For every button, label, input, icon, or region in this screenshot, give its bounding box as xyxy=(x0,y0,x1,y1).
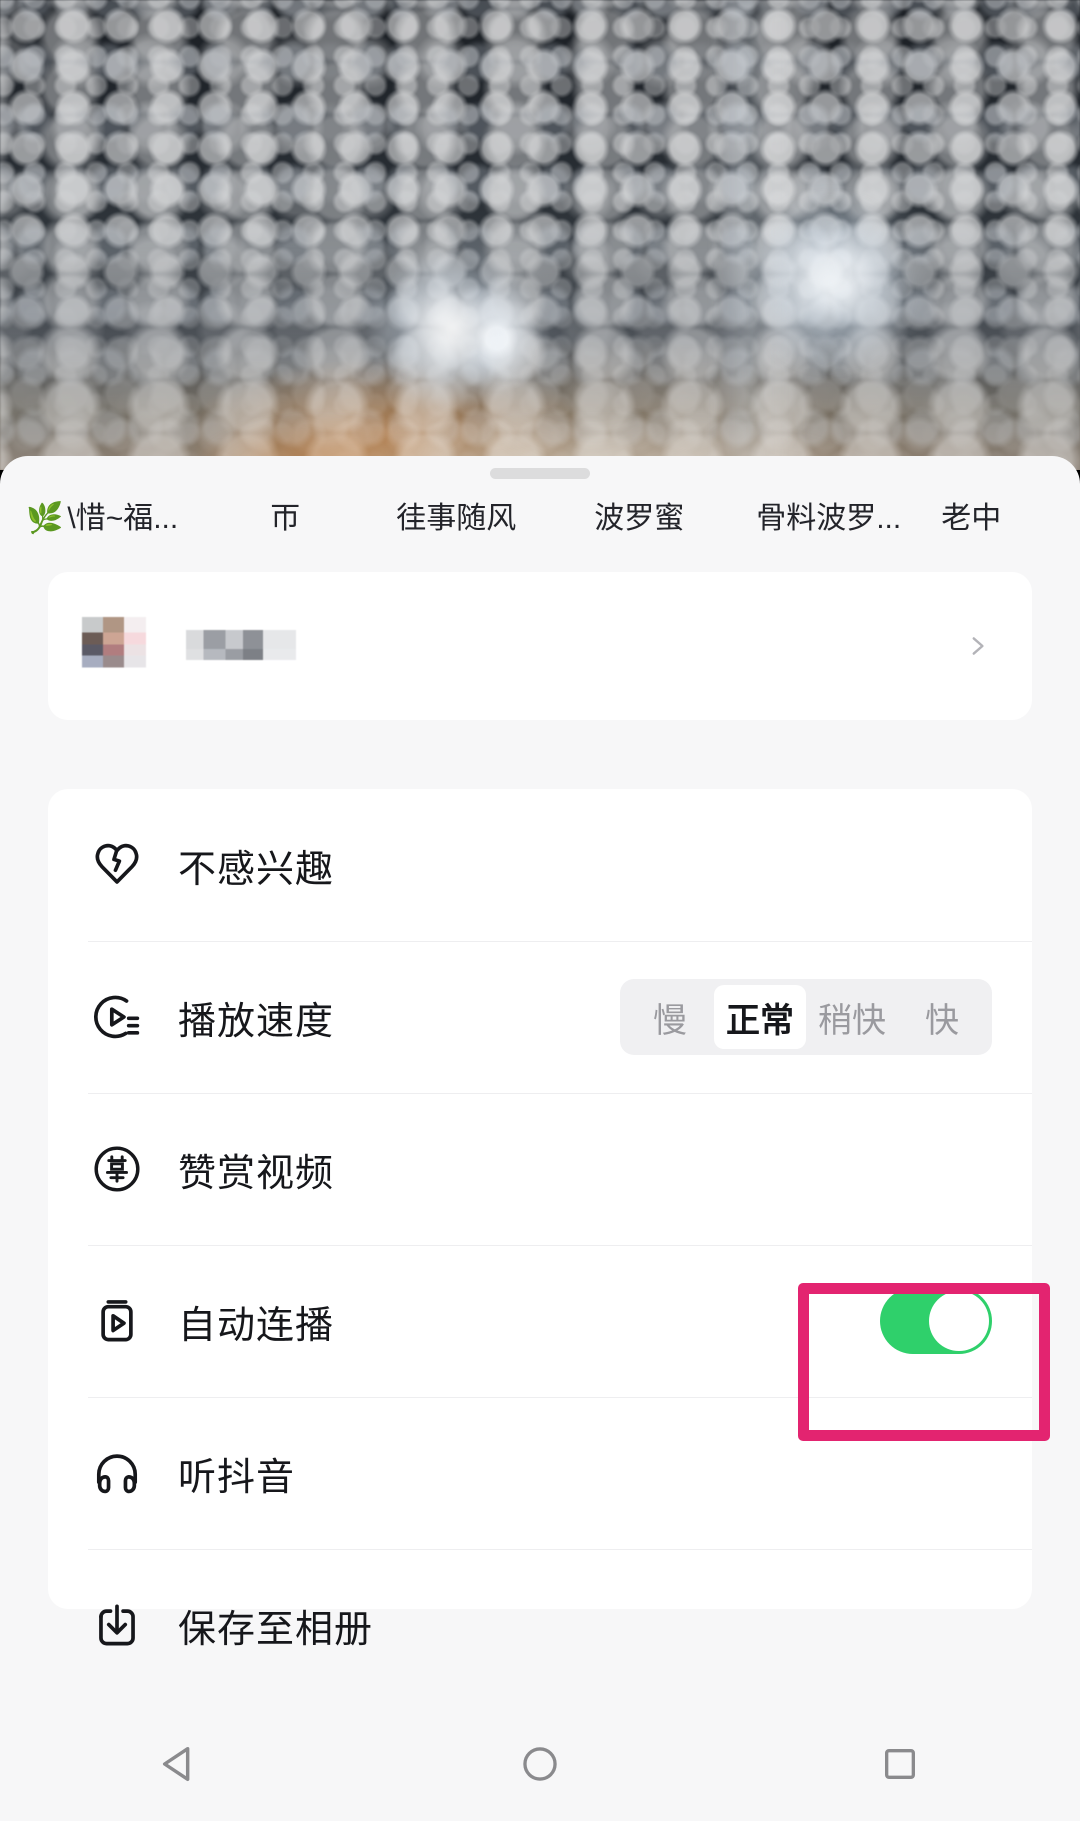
back-triangle-icon xyxy=(162,1746,190,1781)
tab-item-4[interactable]: 骨料波罗... xyxy=(756,504,901,534)
toggle-knob xyxy=(929,1291,989,1351)
foreground-blur xyxy=(0,320,1080,470)
profile-card[interactable] xyxy=(48,572,1032,720)
download-icon xyxy=(88,1596,146,1654)
broken-heart-icon xyxy=(88,836,146,894)
tab-item-3[interactable]: 波罗蜜 xyxy=(594,504,684,534)
menu-row-listen-douyin[interactable]: 听抖音 xyxy=(48,1397,1032,1549)
bottom-sheet: 🌿 \惜~福... 帀 徍事随风 波罗蜜 骨料波罗... 老中 不感兴趣 播放速… xyxy=(0,456,1080,1706)
playback-speed-icon xyxy=(88,988,146,1046)
video-player-backdrop[interactable] xyxy=(0,0,1080,470)
sheet-drag-handle[interactable] xyxy=(490,468,590,479)
speed-option-normal[interactable]: 正常 xyxy=(714,985,806,1049)
nav-back-button[interactable] xyxy=(120,1706,240,1821)
phone-screen: 🌿 \惜~福... 帀 徍事随风 波罗蜜 骨料波罗... 老中 不感兴趣 播放速… xyxy=(0,0,1080,1821)
username-redacted xyxy=(186,630,296,670)
home-circle-icon xyxy=(523,1746,557,1781)
tab-item-2[interactable]: 徍事随风 xyxy=(396,504,516,534)
menu-row-save-to-album[interactable]: 保存至相册 xyxy=(48,1549,1032,1701)
tab-item-0[interactable]: 🌿 \惜~福... xyxy=(26,504,178,534)
avatar xyxy=(82,617,146,679)
menu-row-playback-speed[interactable]: 播放速度 慢 正常 稍快 快 xyxy=(48,941,1032,1093)
speed-option-slightly-fast[interactable]: 稍快 xyxy=(806,985,898,1049)
menu-label-not-interested: 不感兴趣 xyxy=(178,848,335,891)
auto-play-toggle[interactable] xyxy=(880,1288,992,1354)
tab-label-3: 波罗蜜 xyxy=(594,502,685,535)
menu-label-playback-speed: 播放速度 xyxy=(178,1000,335,1043)
speed-option-fast[interactable]: 快 xyxy=(898,985,986,1049)
tab-label-5: 老中 xyxy=(941,502,1002,535)
chevron-right-icon[interactable] xyxy=(964,633,990,659)
nav-home-button[interactable] xyxy=(480,1706,600,1821)
playback-speed-segmented-control[interactable]: 慢 正常 稍快 快 xyxy=(620,979,992,1055)
menu-label-listen-douyin: 听抖音 xyxy=(178,1456,296,1499)
tab-label-2: 徍事随风 xyxy=(396,502,517,535)
tab-label-1: 帀 xyxy=(270,502,301,535)
recents-square-icon xyxy=(885,1748,915,1779)
share-target-tab-strip[interactable]: 🌿 \惜~福... 帀 徍事随风 波罗蜜 骨料波罗... 老中 xyxy=(0,486,1080,552)
speed-option-slow[interactable]: 慢 xyxy=(626,985,714,1049)
menu-row-auto-play[interactable]: 自动连播 xyxy=(48,1245,1032,1397)
options-menu-card: 不感兴趣 播放速度 慢 正常 稍快 快 赞赏视频 自动连播 听抖音 保存至相册 xyxy=(48,789,1032,1651)
tab-label-4: 骨料波罗... xyxy=(756,502,902,535)
menu-row-reward-video[interactable]: 赞赏视频 xyxy=(48,1093,1032,1245)
tab-label-0: \惜~福... xyxy=(67,502,179,535)
tab-item-5[interactable]: 老中 xyxy=(941,504,1001,534)
tab-item-1[interactable]: 帀 xyxy=(270,504,300,534)
leaf-icon: 🌿 xyxy=(26,502,64,535)
menu-label-reward-video: 赞赏视频 xyxy=(178,1152,335,1195)
auto-play-icon xyxy=(88,1292,146,1350)
android-navigation-bar[interactable] xyxy=(0,1706,1080,1821)
menu-label-save-to-album: 保存至相册 xyxy=(178,1608,374,1651)
menu-label-auto-play: 自动连播 xyxy=(178,1304,335,1347)
headphones-icon xyxy=(88,1444,146,1502)
reward-icon xyxy=(88,1140,146,1198)
menu-row-not-interested[interactable]: 不感兴趣 xyxy=(48,789,1032,941)
nav-recents-button[interactable] xyxy=(840,1706,960,1821)
